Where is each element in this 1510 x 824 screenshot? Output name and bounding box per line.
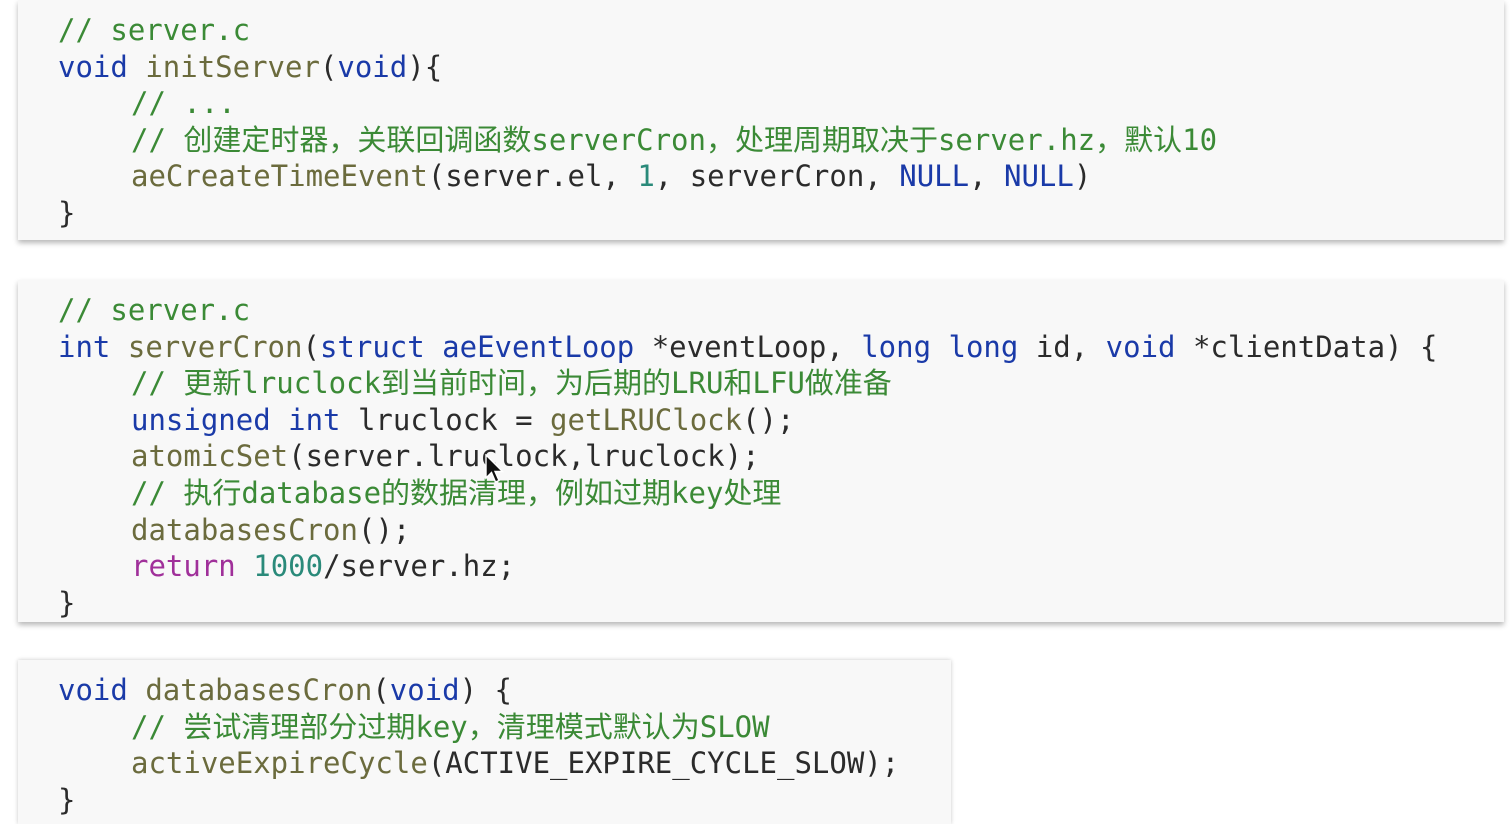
code-comment: // 尝试清理部分过期key，清理模式默认为SLOW	[131, 709, 770, 744]
code-line-function-signature: void initServer(void){	[58, 49, 1504, 86]
code-line-function-signature: void databasesCron(void) {	[58, 672, 951, 709]
code-number: 1	[637, 159, 655, 194]
code-block-init-server: // server.c void initServer(void){ // ..…	[18, 0, 1504, 240]
code-function-name: activeExpireCycle	[131, 746, 428, 781]
code-text: (server.el,	[427, 159, 638, 194]
code-keyword: int	[58, 329, 111, 364]
code-text: id,	[1018, 329, 1106, 364]
code-comment: // server.c	[58, 293, 251, 327]
code-function-name: atomicSet	[131, 439, 289, 474]
code-function-name: getLRUClock	[550, 402, 743, 437]
code-line-function-signature: int serverCron(struct aeEventLoop *event…	[58, 329, 1504, 366]
code-keyword: void	[58, 49, 128, 84]
code-keyword: void	[1105, 329, 1176, 364]
code-constant: NULL	[1004, 159, 1074, 194]
code-keyword: void	[337, 49, 408, 84]
code-text: ();	[357, 512, 411, 547]
code-line-call: aeCreateTimeEvent(server.el, 1, serverCr…	[58, 158, 1504, 195]
code-brace: }	[58, 585, 76, 620]
mouse-pointer-icon	[485, 454, 505, 483]
code-punctuation: (	[319, 49, 338, 84]
code-text: ) {	[459, 673, 512, 707]
code-brace: }	[58, 195, 76, 230]
code-line-return: return 1000/server.hz;	[58, 548, 1504, 585]
code-function-name: databasesCron	[131, 512, 358, 547]
code-keyword: struct	[319, 329, 425, 364]
code-text: *eventLoop,	[634, 329, 862, 364]
code-keyword: void	[389, 673, 460, 707]
code-comment: // 执行database的数据清理，例如过期key处理	[131, 475, 782, 510]
code-text: )	[1073, 159, 1092, 194]
code-text: (	[372, 673, 390, 707]
code-comment: // server.c	[58, 13, 251, 47]
code-keyword: void	[58, 673, 128, 707]
code-line-call: atomicSet(server.lruclock,lruclock);	[58, 438, 1504, 475]
code-function-name: aeCreateTimeEvent	[131, 159, 428, 194]
code-text: ,	[969, 159, 1004, 194]
code-brace: }	[58, 782, 76, 817]
code-keyword-return: return	[131, 549, 236, 584]
code-line-call: databasesCron();	[58, 512, 1504, 549]
code-text: /server.hz;	[323, 549, 516, 584]
code-type: aeEventLoop	[442, 329, 635, 364]
code-keyword: unsigned int	[131, 402, 341, 437]
code-text: *clientData) {	[1175, 329, 1438, 364]
code-block-server-cron: // server.c int serverCron(struct aeEven…	[18, 280, 1504, 622]
code-line-declaration: unsigned int lruclock = getLRUClock();	[58, 402, 1504, 439]
code-text: , serverCron,	[654, 159, 900, 194]
code-text: lruclock =	[340, 402, 551, 437]
code-function-name: serverCron	[127, 329, 303, 364]
code-keyword: long long	[861, 329, 1019, 364]
code-constant: NULL	[899, 159, 970, 194]
code-text: (ACTIVE_EXPIRE_CYCLE_SLOW);	[427, 746, 900, 781]
code-comment: // 更新lruclock到当前时间，为后期的LRU和LFU做准备	[131, 366, 892, 401]
code-text: (	[302, 329, 320, 364]
code-block-databases-cron: void databasesCron(void) { // 尝试清理部分过期ke…	[18, 660, 951, 824]
code-punctuation: ){	[407, 49, 443, 84]
code-function-name: initServer	[145, 49, 320, 84]
code-comment: // 创建定时器，关联回调函数serverCron，处理周期取决于server.…	[131, 122, 1218, 157]
code-function-name: databasesCron	[145, 673, 373, 707]
code-line-call: activeExpireCycle(ACTIVE_EXPIRE_CYCLE_SL…	[58, 745, 951, 782]
code-comment: // ...	[131, 86, 236, 121]
code-text: (server.lruclock,lruclock);	[288, 439, 760, 474]
code-number: 1000	[253, 549, 324, 584]
code-text: ();	[742, 402, 795, 437]
